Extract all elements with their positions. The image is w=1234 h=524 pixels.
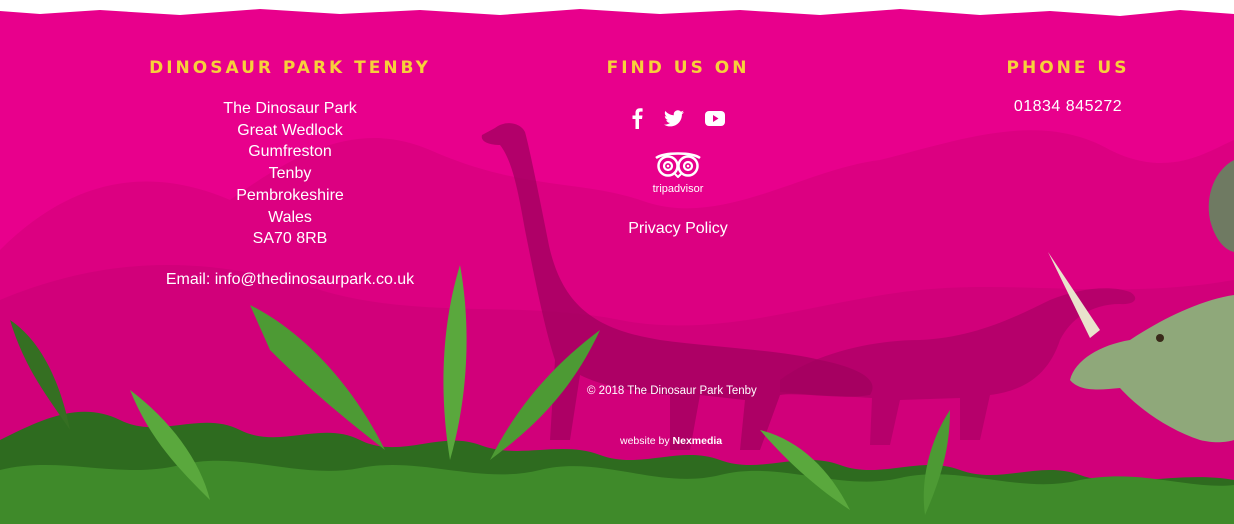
phone-column: PHONE US 01834 845272 <box>988 58 1148 116</box>
address-heading: DINOSAUR PARK TENBY <box>149 58 431 78</box>
nexmedia-link[interactable]: Nexmedia <box>673 435 723 447</box>
address-line: The Dinosaur Park <box>223 100 357 117</box>
tripadvisor-logo-icon <box>648 150 708 183</box>
twitter-icon[interactable] <box>664 109 684 127</box>
address-line: Tenby <box>268 165 312 183</box>
facebook-icon[interactable] <box>631 107 643 129</box>
credit-prefix: website by <box>620 435 673 447</box>
social-links <box>578 104 778 132</box>
address-line: Pembrokeshire <box>236 186 344 204</box>
address-line: Gumfreston <box>248 143 332 161</box>
site-footer: DINOSAUR PARK TENBY The Dinosaur Park Gr… <box>0 0 1234 524</box>
phone-number[interactable]: 01834 845272 <box>988 98 1148 116</box>
tripadvisor-label: tripadvisor <box>652 183 704 195</box>
social-heading: FIND US ON <box>606 58 750 78</box>
postal-address: The Dinosaur Park Great Wedlock Gumfrest… <box>140 98 440 250</box>
copyright-text: © 2018 The Dinosaur Park Tenby <box>587 385 757 397</box>
social-column: FIND US ON tripadvisor Privacy Policy <box>578 58 778 238</box>
address-line: Great Wedlock <box>237 121 343 139</box>
youtube-icon[interactable] <box>705 110 725 126</box>
privacy-policy-link[interactable]: Privacy Policy <box>628 220 728 238</box>
address-line: SA70 8RB <box>252 230 328 248</box>
email-link[interactable]: Email: info@thedinosaurpark.co.uk <box>140 271 440 289</box>
phone-heading: PHONE US <box>1006 58 1130 78</box>
tripadvisor-link[interactable]: tripadvisor <box>578 150 778 195</box>
address-line: Wales <box>268 208 312 226</box>
website-credit: website by Nexmedia <box>620 435 722 447</box>
address-column: DINOSAUR PARK TENBY The Dinosaur Park Gr… <box>140 58 440 289</box>
